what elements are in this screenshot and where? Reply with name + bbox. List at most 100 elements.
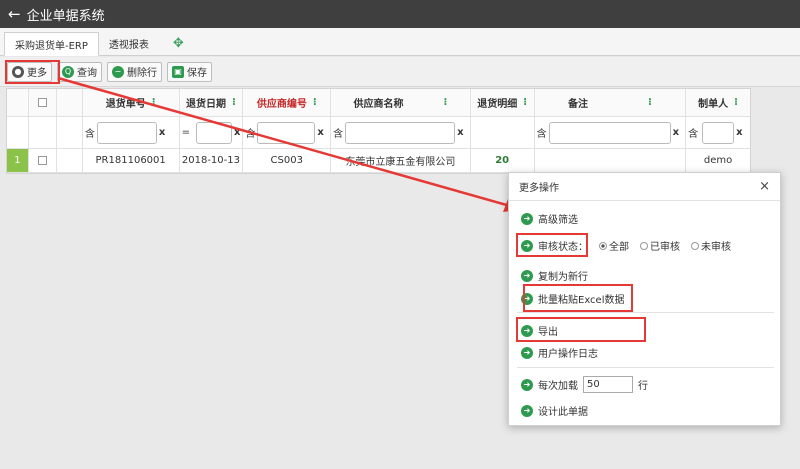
dialog-header: 更多操作 × <box>509 173 780 201</box>
sort-icon[interactable]: ⁝ <box>232 97 236 108</box>
radio-all[interactable]: 全部 <box>599 238 629 253</box>
arrow-right-icon: ➜ <box>521 346 533 359</box>
save-label: 保存 <box>187 68 207 79</box>
app-title: 企业单据系统 <box>26 8 105 24</box>
cell-remark[interactable] <box>535 149 687 172</box>
row-index: 1 <box>7 149 29 172</box>
header-label: 供应商编号 <box>256 99 307 110</box>
header-supplier-code[interactable]: 供应商编号 ⁝ <box>243 89 332 116</box>
clear-filter-icon[interactable]: x <box>673 127 679 138</box>
filter-operator[interactable]: 含 <box>333 125 343 140</box>
copy-new-item[interactable]: ➜ 复制为新行 <box>521 268 588 283</box>
header-return-date[interactable]: 退货日期 ⁝ <box>180 89 244 116</box>
tab-pivot-report[interactable]: 透视报表 <box>99 31 159 55</box>
radio-approved-label: 已审核 <box>650 242 680 253</box>
query-button[interactable]: Q 查询 <box>57 61 102 82</box>
divider <box>517 312 774 313</box>
back-arrow-icon[interactable]: ← <box>8 5 21 23</box>
delete-row-label: 删除行 <box>127 68 157 79</box>
data-grid: 退货单号 ⁝ 退货日期 ⁝ 供应商编号 ⁝ 供应商名称 ⁝ 退货明细 ⁝ 备注 ⁝ 制单人 ⁝… <box>6 88 751 174</box>
close-icon[interactable]: × <box>759 179 770 194</box>
user-log-item[interactable]: ➜ 用户操作日志 <box>521 345 598 360</box>
table-row[interactable]: 1 PR181106001 2018-10-13 CS003 东莞市立康五金有限… <box>7 149 750 173</box>
clear-filter-icon[interactable]: x <box>736 127 742 138</box>
clear-filter-icon[interactable]: x <box>457 127 463 138</box>
delete-row-button[interactable]: − 删除行 <box>107 61 162 82</box>
sort-icon[interactable]: ⁝ <box>523 97 527 108</box>
header-return-no[interactable]: 退货单号 ⁝ <box>83 89 180 116</box>
arrow-right-icon: ➜ <box>521 404 533 417</box>
load-count-unit: 行 <box>638 381 648 392</box>
sort-icon[interactable]: ⁝ <box>734 97 738 108</box>
filter-remark: 含 x <box>535 117 687 148</box>
header-supplier-name[interactable]: 供应商名称 ⁝ <box>331 89 471 116</box>
copy-new-label: 复制为新行 <box>538 272 588 283</box>
clear-filter-icon[interactable]: x <box>317 127 323 138</box>
filter-supplier-name-input[interactable] <box>345 121 456 144</box>
filter-return-date: = x <box>180 117 244 148</box>
tab-purchase-return[interactable]: 采购退货单-ERP <box>4 32 99 56</box>
filter-return-detail <box>471 117 535 148</box>
grid-header-row: 退货单号 ⁝ 退货日期 ⁝ 供应商编号 ⁝ 供应商名称 ⁝ 退货明细 ⁝ 备注 ⁝ 制单人 ⁝ <box>7 89 750 117</box>
annotation-box-more <box>5 60 60 84</box>
header-select-all[interactable] <box>29 89 57 116</box>
radio-icon[interactable] <box>599 241 607 250</box>
cell-return-no[interactable]: PR181106001 <box>83 149 180 172</box>
header-return-detail[interactable]: 退货明细 ⁝ <box>471 89 535 116</box>
radio-unapproved[interactable]: 未审核 <box>691 238 731 253</box>
sort-icon[interactable]: ⁝ <box>648 97 652 108</box>
sort-icon[interactable]: ⁝ <box>313 97 317 108</box>
header-label: 备注 <box>567 99 588 110</box>
toolbar: ● 更多 Q 查询 − 删除行 ▣ 保存 <box>0 57 800 87</box>
filter-blank <box>29 117 57 148</box>
filter-index <box>7 117 29 148</box>
header-label: 退货日期 <box>186 99 227 110</box>
row-select[interactable] <box>29 149 57 172</box>
save-button[interactable]: ▣ 保存 <box>167 61 212 82</box>
filter-creator-input[interactable] <box>702 121 735 144</box>
filter-operator[interactable]: 含 <box>85 125 95 140</box>
cell-supplier-code[interactable]: CS003 <box>243 149 332 172</box>
header-label: 供应商名称 <box>353 99 404 110</box>
load-count-input[interactable]: 50 <box>583 376 633 393</box>
checkbox[interactable] <box>37 98 47 107</box>
cell-creator[interactable]: demo <box>686 149 750 172</box>
cell-return-detail[interactable]: 20 <box>471 149 535 172</box>
filter-operator[interactable]: 含 <box>688 125 698 140</box>
clear-filter-icon[interactable]: x <box>234 127 240 138</box>
sort-icon[interactable]: ⁝ <box>444 97 448 108</box>
advanced-filter-item[interactable]: ➜ 高级筛选 <box>521 211 578 226</box>
move-icon: ✥ <box>172 35 184 51</box>
dialog-title: 更多操作 <box>519 183 559 194</box>
annotation-box-export <box>516 317 646 342</box>
cell-supplier-name[interactable]: 东莞市立康五金有限公司 <box>331 149 471 172</box>
filter-operator[interactable]: = <box>182 127 190 138</box>
filter-supplier-code: 含 x <box>243 117 332 148</box>
tab-add[interactable]: ✥ <box>159 31 194 55</box>
filter-operator[interactable]: 含 <box>537 125 547 140</box>
radio-all-label: 全部 <box>609 242 629 253</box>
load-count-label: 每次加载 <box>538 381 578 392</box>
header-blank <box>57 89 83 116</box>
advanced-filter-label: 高级筛选 <box>538 215 578 226</box>
filter-supplier-code-input[interactable] <box>257 121 316 144</box>
arrow-right-icon: ➜ <box>521 269 533 282</box>
design-document-item[interactable]: ➜ 设计此单据 <box>521 403 588 418</box>
filter-remark-input[interactable] <box>548 121 671 144</box>
radio-icon[interactable] <box>691 241 699 250</box>
sort-icon[interactable]: ⁝ <box>152 97 156 108</box>
filter-operator[interactable]: 含 <box>245 125 255 140</box>
filter-return-date-input[interactable] <box>195 121 232 144</box>
minus-icon: − <box>112 65 124 78</box>
clear-filter-icon[interactable]: x <box>159 127 165 138</box>
user-log-label: 用户操作日志 <box>538 349 598 360</box>
filter-creator: 含 x <box>686 117 750 148</box>
radio-approved[interactable]: 已审核 <box>640 238 680 253</box>
filter-return-no-input[interactable] <box>96 121 157 144</box>
radio-icon[interactable] <box>640 241 648 250</box>
cell-return-date[interactable]: 2018-10-13 <box>180 149 244 172</box>
grid-filter-row: 含 x = x 含 x 含 x 含 x 含 x <box>7 117 750 149</box>
header-creator[interactable]: 制单人 ⁝ <box>686 89 750 116</box>
checkbox[interactable] <box>37 156 47 165</box>
header-remark[interactable]: 备注 ⁝ <box>535 89 687 116</box>
